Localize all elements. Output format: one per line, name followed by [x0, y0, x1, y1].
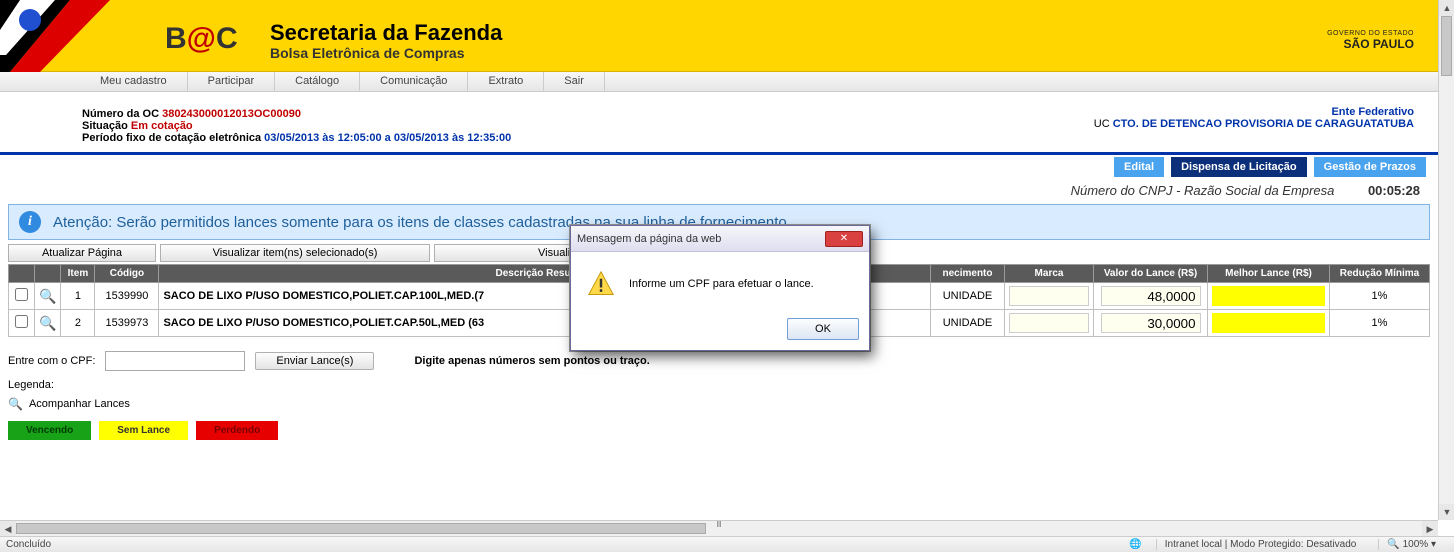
info-icon: i — [19, 211, 41, 233]
col-melhor: Melhor Lance (R$) — [1208, 265, 1330, 283]
cell-codigo: 1539973 — [95, 310, 159, 337]
bec-c: C — [216, 22, 238, 55]
col-item: Item — [61, 265, 95, 283]
magnifier-icon[interactable]: 🔍 — [39, 288, 56, 304]
status-bar: Concluído 🌐 Intranet local | Modo Proteg… — [0, 536, 1454, 552]
legend-vencendo: Vencendo — [8, 421, 91, 440]
security-zone: Intranet local | Modo Protegido: Desativ… — [1156, 539, 1365, 550]
edital-button[interactable]: Edital — [1114, 157, 1164, 177]
status-text: Concluído — [0, 539, 51, 550]
dialog-ok-button[interactable]: OK — [787, 318, 859, 340]
enviar-lance-button[interactable]: Enviar Lance(s) — [255, 352, 374, 370]
warning-icon — [587, 270, 615, 298]
oc-value: 380243000012013OC00090 — [162, 108, 301, 120]
legend-perdendo: Perdendo — [196, 421, 278, 440]
cell-forn: UNIDADE — [931, 310, 1005, 337]
uc-value: CTO. DE DETENCAO PROVISORIA DE CARAGUATA… — [1113, 118, 1414, 130]
magnifier-icon[interactable]: 🔍 — [39, 315, 56, 331]
periodo-label: Período fixo de cotação eletrônica — [82, 132, 264, 144]
col-check — [9, 265, 35, 283]
oc-label: Número da OC — [82, 108, 162, 120]
dialog-title: Mensagem da página da web — [577, 233, 721, 245]
scroll-down-icon[interactable]: ▼ — [1439, 504, 1454, 520]
col-valor: Valor do Lance (R$) — [1094, 265, 1208, 283]
dispensa-button[interactable]: Dispensa de Licitação — [1171, 157, 1307, 177]
atualizar-button[interactable]: Atualizar Página — [8, 244, 156, 262]
tab-row: Edital Dispensa de Licitação Gestão de P… — [0, 152, 1438, 179]
valor-input[interactable] — [1101, 313, 1201, 333]
valor-input[interactable] — [1101, 286, 1201, 306]
melhor-cell — [1212, 286, 1325, 306]
dialog-close-button[interactable]: ✕ — [825, 231, 863, 247]
gov-logo: GOVERNO DO ESTADO SÃO PAULO — [1327, 30, 1414, 51]
horizontal-scrollbar[interactable]: ◀ Ⅲ ▶ — [0, 520, 1438, 536]
alert-dialog: Mensagem da página da web ✕ Informe um C… — [570, 225, 870, 351]
scroll-up-icon[interactable]: ▲ — [1439, 0, 1454, 16]
countdown-timer: 00:05:28 — [1368, 183, 1420, 198]
zoom-dropdown[interactable]: 🔍 100% ▾ — [1378, 539, 1444, 550]
cell-red: 1% — [1330, 310, 1430, 337]
magnifier-icon: 🔍 — [8, 397, 23, 411]
menu-extrato[interactable]: Extrato — [468, 72, 544, 91]
bec-b: B — [165, 22, 187, 55]
col-reducao: Redução Mínima — [1330, 265, 1430, 283]
periodo-value: 03/05/2013 às 12:05:00 a 03/05/2013 às 1… — [264, 132, 511, 144]
cell-item: 1 — [61, 283, 95, 310]
globe-icon: 🌐 — [1129, 539, 1141, 550]
zoom-value: 100% — [1403, 539, 1429, 550]
bec-at: @ — [187, 22, 216, 55]
right-info: Ente Federativo UC CTO. DE DETENCAO PROV… — [1094, 106, 1414, 130]
menu-comunicacao[interactable]: Comunicação — [360, 72, 468, 91]
legenda-block: Legenda: 🔍 Acompanhar Lances Vencendo Se… — [0, 377, 1438, 442]
cnpj-row: Número do CNPJ - Razão Social da Empresa… — [0, 179, 1438, 202]
situacao-value: Em cotação — [131, 120, 193, 132]
menu-catalogo[interactable]: Catálogo — [275, 72, 360, 91]
visualizar-selecionados-button[interactable]: Visualizar item(ns) selecionado(s) — [160, 244, 430, 262]
menu-sair[interactable]: Sair — [544, 72, 605, 91]
melhor-cell — [1212, 313, 1325, 333]
legenda-title: Legenda: — [8, 379, 1430, 391]
col-marca: Marca — [1005, 265, 1094, 283]
gov-sp: SÃO PAULO — [1327, 37, 1414, 51]
cpf-input[interactable] — [105, 351, 245, 371]
row-checkbox[interactable] — [15, 288, 28, 301]
cpf-hint: Digite apenas números sem pontos ou traç… — [414, 355, 649, 367]
page-subtitle: Bolsa Eletrônica de Compras — [270, 46, 465, 60]
scroll-left-icon[interactable]: ◀ — [0, 521, 16, 537]
row-checkbox[interactable] — [15, 315, 28, 328]
logo-sao-paulo — [0, 0, 110, 72]
scroll-right-icon[interactable]: ▶ — [1422, 521, 1438, 537]
gov-top: GOVERNO DO ESTADO — [1327, 30, 1414, 37]
gestao-button[interactable]: Gestão de Prazos — [1314, 157, 1426, 177]
page-title: Secretaria da Fazenda — [270, 22, 502, 44]
legend-sem-lance: Sem Lance — [99, 421, 188, 440]
scroll-thumb[interactable] — [16, 523, 706, 534]
cell-codigo: 1539990 — [95, 283, 159, 310]
cnpj-text: Número do CNPJ - Razão Social da Empresa — [1071, 183, 1335, 198]
uc-prefix: UC — [1094, 118, 1113, 130]
header-banner: B@C Secretaria da Fazenda Bolsa Eletrôni… — [0, 0, 1438, 72]
cell-red: 1% — [1330, 283, 1430, 310]
logo-bec: B@C — [165, 24, 238, 54]
cell-item: 2 — [61, 310, 95, 337]
dialog-message: Informe um CPF para efetuar o lance. — [629, 278, 814, 290]
dialog-titlebar[interactable]: Mensagem da página da web ✕ — [571, 226, 869, 252]
menu-participar[interactable]: Participar — [188, 72, 275, 91]
info-block: Número da OC 380243000012013OC00090 Situ… — [0, 92, 1438, 152]
col-view — [35, 265, 61, 283]
vertical-scrollbar[interactable]: ▲ ▼ — [1438, 0, 1454, 520]
scroll-thumb[interactable] — [1441, 16, 1452, 76]
cpf-label: Entre com o CPF: — [8, 355, 95, 367]
scroll-grip-icon: Ⅲ — [716, 520, 722, 529]
acompanhar-label: Acompanhar Lances — [29, 398, 130, 410]
col-codigo: Código — [95, 265, 159, 283]
col-fornecimento: necimento — [931, 265, 1005, 283]
marca-input[interactable] — [1009, 313, 1089, 333]
ente-federativo: Ente Federativo — [1094, 106, 1414, 118]
situacao-label: Situação — [82, 120, 131, 132]
menu-meu-cadastro[interactable]: Meu cadastro — [80, 72, 188, 91]
main-menu: Meu cadastro Participar Catálogo Comunic… — [0, 72, 1438, 92]
cell-forn: UNIDADE — [931, 283, 1005, 310]
marca-input[interactable] — [1009, 286, 1089, 306]
